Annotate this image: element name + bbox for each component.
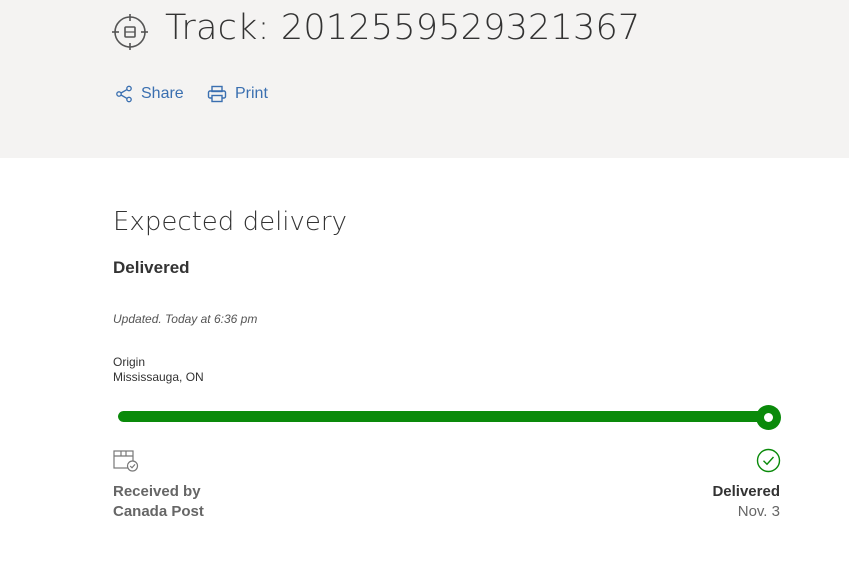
- printer-icon: [207, 85, 227, 103]
- expected-delivery-heading: Expected delivery: [113, 207, 347, 237]
- progress-fill: [118, 411, 770, 422]
- check-circle-icon: [756, 448, 781, 473]
- delivery-status: Delivered: [113, 258, 190, 277]
- delivered-date: Nov. 3: [737, 503, 780, 520]
- origin-value: Mississauga, ON: [113, 370, 204, 384]
- share-label: Share: [141, 85, 184, 102]
- received-line-1: Received by: [113, 483, 201, 500]
- share-button[interactable]: Share: [115, 82, 184, 106]
- received-by-label: Received by Canada Post: [113, 482, 204, 522]
- delivered-label: Delivered: [712, 483, 780, 500]
- share-icon: [116, 85, 132, 103]
- print-button[interactable]: Print: [207, 82, 268, 106]
- progress-end-marker: [756, 405, 781, 430]
- origin-label: Origin: [113, 355, 146, 369]
- updated-timestamp: Updated. Today at 6:36 pm: [113, 312, 258, 326]
- received-line-2: Canada Post: [113, 503, 204, 520]
- progress-bar: [118, 411, 770, 422]
- print-label: Print: [235, 85, 268, 102]
- package-check-icon: [113, 450, 139, 472]
- tracking-header: Track: 2012559529321367 Share Print: [0, 0, 849, 158]
- page-title: Track: 2012559529321367: [165, 8, 641, 48]
- target-icon: [112, 14, 148, 50]
